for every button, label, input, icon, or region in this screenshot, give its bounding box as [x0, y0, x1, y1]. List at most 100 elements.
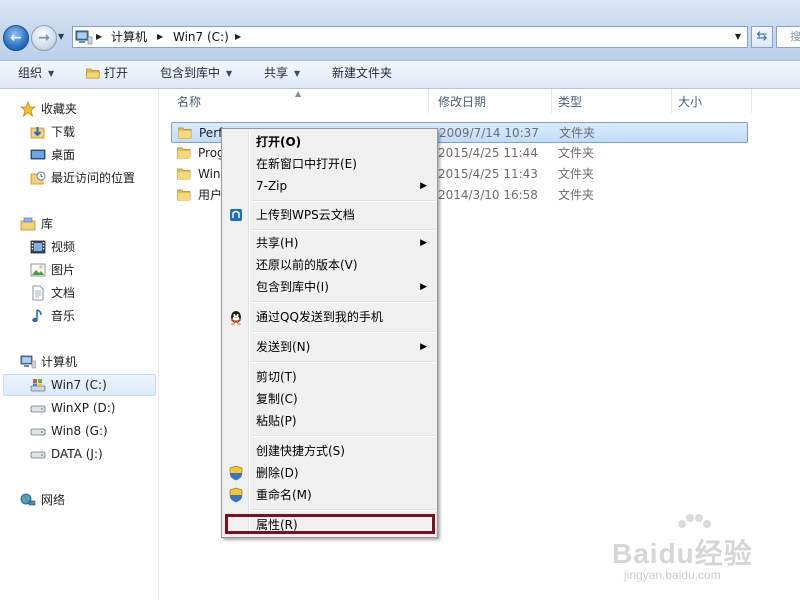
- document-icon: [32, 285, 44, 301]
- breadcrumb-separator-icon[interactable]: ▶: [96, 27, 102, 47]
- nav-downloads-label: 下载: [51, 125, 76, 139]
- picture-icon: [30, 263, 46, 277]
- organize-button[interactable]: 组织 ▼: [18, 61, 54, 88]
- menu-item-open-new-window[interactable]: 在新窗口中打开(E): [224, 153, 435, 175]
- menu-rename-label: 重命名(M): [256, 488, 312, 502]
- open-label: 打开: [104, 66, 129, 80]
- menu-item-send-to[interactable]: 发送到(N) ▶: [224, 336, 435, 358]
- address-path-box[interactable]: ▶ 计算机 ▶ Win7 (C:) ▶ ▼: [72, 26, 748, 48]
- column-type-label: 类型: [558, 95, 583, 109]
- qq-penguin-icon: [231, 311, 241, 325]
- menu-separator: [252, 509, 435, 511]
- submenu-arrow-icon: ▶: [420, 342, 427, 352]
- menu-item-include-library[interactable]: 包含到库中(I) ▶: [224, 276, 435, 298]
- menu-item-open[interactable]: 打开(O): [224, 131, 435, 153]
- arrow-left-icon: ←: [10, 30, 22, 46]
- file-type: 文件夹: [558, 146, 595, 160]
- nav-documents-label: 文档: [51, 286, 76, 300]
- file-name: Perf: [199, 126, 223, 140]
- menu-item-create-shortcut[interactable]: 创建快捷方式(S): [224, 440, 435, 462]
- menu-item-rename[interactable]: 重命名(M): [224, 484, 435, 506]
- open-button[interactable]: 打开: [86, 61, 128, 88]
- forward-button[interactable]: →: [31, 25, 57, 51]
- column-header-size[interactable]: 大小: [672, 89, 752, 113]
- column-size-label: 大小: [678, 95, 703, 109]
- hard-drive-icon: [30, 405, 46, 413]
- sort-ascending-icon: ▲: [295, 89, 302, 98]
- menu-restore-label: 还原以前的版本(V): [256, 258, 358, 272]
- nav-libraries-label: 库: [41, 217, 54, 231]
- menu-create-shortcut-label: 创建快捷方式(S): [256, 444, 345, 458]
- system-drive-icon: [30, 379, 46, 392]
- desktop-icon: [30, 149, 46, 160]
- menu-item-share[interactable]: 共享(H) ▶: [224, 232, 435, 254]
- arrow-right-icon: →: [38, 30, 50, 46]
- nav-computer-label: 计算机: [41, 355, 78, 369]
- address-dropdown-icon[interactable]: ▼: [731, 27, 745, 47]
- address-bar-area: ← → ▼ ▶ 计算机 ▶ Win7 (C:) ▶ ▼ ⇆ 搜: [0, 0, 800, 61]
- refresh-button[interactable]: ⇆: [751, 26, 773, 48]
- menu-7zip-label: 7-Zip: [256, 179, 288, 193]
- wps-cloud-icon: [230, 209, 242, 221]
- navigation-pane: 收藏夹 下载 桌面 最近访问的位置 库 视频 图片 文档 音乐 计算机 Win7…: [0, 89, 159, 600]
- include-library-label: 包含到库中: [160, 66, 221, 80]
- menu-item-send-qq[interactable]: 通过QQ发送到我的手机: [224, 306, 435, 328]
- hard-drive-icon: [30, 451, 46, 459]
- share-button[interactable]: 共享 ▼: [264, 61, 300, 88]
- file-modified: 2015/4/25 11:44: [438, 146, 538, 160]
- nav-drive-c-label: Win7 (C:): [51, 378, 107, 392]
- include-in-library-button[interactable]: 包含到库中 ▼: [160, 61, 232, 88]
- menu-item-copy[interactable]: 复制(C): [224, 388, 435, 410]
- menu-open-label: 打开(O): [256, 135, 302, 149]
- back-button[interactable]: ←: [3, 25, 29, 51]
- menu-copy-label: 复制(C): [256, 392, 298, 406]
- nav-drive-j-label: DATA (J:): [51, 447, 103, 461]
- annotation-highlight-box: [225, 514, 435, 534]
- uac-shield-icon: [229, 465, 243, 481]
- menu-separator: [252, 229, 435, 231]
- column-header-type[interactable]: 类型: [552, 89, 672, 113]
- submenu-arrow-icon: ▶: [420, 238, 427, 248]
- menu-separator: [252, 331, 435, 333]
- file-modified: 2015/4/25 11:43: [438, 167, 538, 181]
- menu-separator: [252, 200, 435, 202]
- star-icon: [20, 101, 36, 117]
- folder-icon: [177, 147, 191, 159]
- nav-drive-g-label: Win8 (G:): [51, 424, 108, 438]
- chevron-down-icon: ▼: [226, 69, 233, 78]
- breadcrumb-separator-icon[interactable]: ▶: [157, 27, 163, 47]
- organize-label: 组织: [18, 66, 43, 80]
- search-input[interactable]: 搜: [776, 26, 800, 48]
- menu-item-cut[interactable]: 剪切(T): [224, 366, 435, 388]
- new-folder-button[interactable]: 新建文件夹: [332, 61, 392, 88]
- nav-pictures-label: 图片: [51, 263, 76, 277]
- new-folder-label: 新建文件夹: [332, 66, 393, 80]
- menu-send-qq-label: 通过QQ发送到我的手机: [256, 310, 383, 324]
- nav-videos-label: 视频: [51, 240, 76, 254]
- menu-item-restore-previous[interactable]: 还原以前的版本(V): [224, 254, 435, 276]
- breadcrumb-drive[interactable]: Win7 (C:): [173, 27, 229, 47]
- menu-paste-label: 粘贴(P): [256, 414, 297, 428]
- menu-share-label: 共享(H): [256, 236, 299, 250]
- recent-pages-dropdown[interactable]: ▼: [58, 31, 68, 43]
- menu-item-upload-wps[interactable]: 上传到WPS云文档: [224, 204, 435, 226]
- nav-desktop-label: 桌面: [51, 148, 76, 162]
- file-type: 文件夹: [559, 126, 596, 140]
- column-name-label: 名称: [177, 95, 202, 109]
- submenu-arrow-icon: ▶: [420, 282, 427, 292]
- file-name: 用户: [198, 188, 223, 202]
- menu-separator: [252, 301, 435, 303]
- context-menu: 打开(O) 在新窗口中打开(E) 7-Zip ▶ 上传到WPS云文档 共享(H)…: [221, 128, 438, 538]
- column-header-row: 名称 ▲ 修改日期 类型 大小: [159, 89, 800, 113]
- file-type: 文件夹: [558, 188, 595, 202]
- breadcrumb-computer[interactable]: 计算机: [111, 27, 147, 47]
- column-header-modified[interactable]: 修改日期: [432, 89, 552, 113]
- video-icon: [30, 240, 46, 254]
- nav-recent-label: 最近访问的位置: [51, 171, 136, 185]
- menu-item-7zip[interactable]: 7-Zip ▶: [224, 175, 435, 197]
- file-modified: 2009/7/14 10:37: [439, 126, 539, 140]
- menu-item-delete[interactable]: 删除(D): [224, 462, 435, 484]
- menu-item-paste[interactable]: 粘贴(P): [224, 410, 435, 432]
- breadcrumb-separator-icon[interactable]: ▶: [235, 27, 241, 47]
- menu-send-to-label: 发送到(N): [256, 340, 311, 354]
